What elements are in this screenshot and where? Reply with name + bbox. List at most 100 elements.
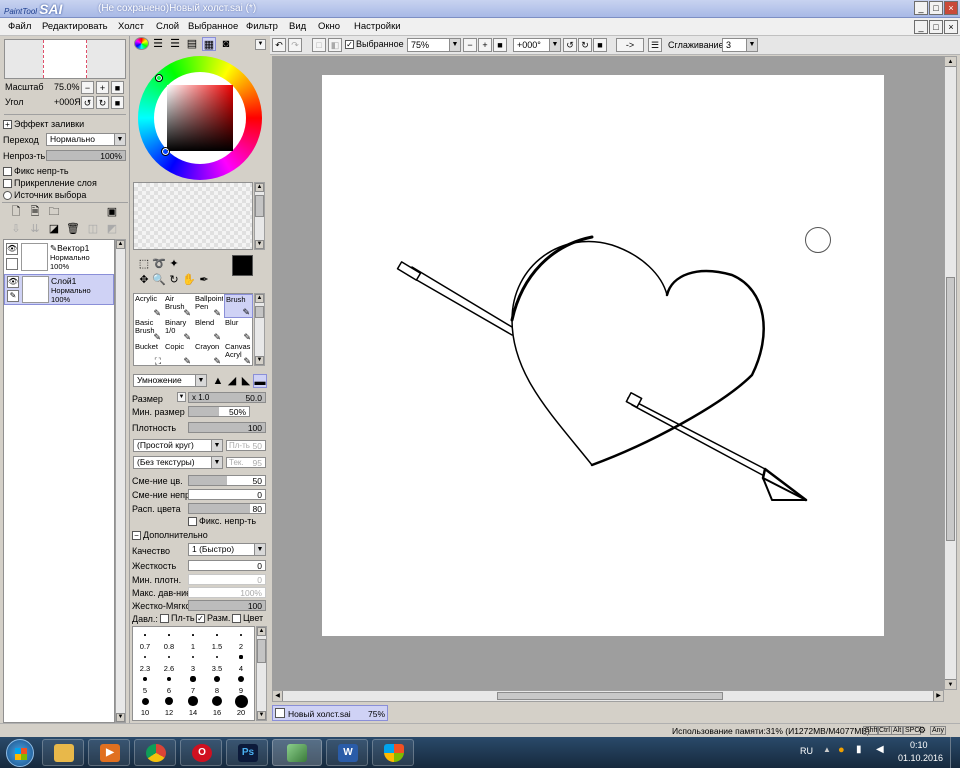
brush-size-dot[interactable] bbox=[144, 634, 146, 636]
taskbar-word[interactable]: W bbox=[326, 739, 368, 766]
primary-color-swatch[interactable] bbox=[232, 255, 253, 276]
blend-mode-select[interactable]: Нормально ▼ bbox=[46, 133, 126, 146]
tool-brush[interactable]: Brush ✎ bbox=[224, 294, 253, 318]
tray-app-icon[interactable]: ● bbox=[838, 744, 845, 756]
clear-layer-icon[interactable]: ◪ bbox=[47, 222, 61, 236]
hand-icon[interactable]: ✋ bbox=[182, 273, 196, 287]
move-icon[interactable]: ✥ bbox=[137, 273, 151, 287]
brush-size-dot[interactable] bbox=[211, 695, 223, 707]
volume-icon[interactable]: ◀ bbox=[876, 744, 884, 755]
new-layer-icon[interactable]: 🗋 bbox=[9, 205, 23, 219]
clock-date[interactable]: 01.10.2016 bbox=[898, 753, 943, 763]
scroll-up-icon[interactable]: ▲ bbox=[945, 57, 956, 67]
brush-size-dot[interactable] bbox=[191, 655, 195, 659]
taskbar-opera[interactable]: O bbox=[180, 739, 222, 766]
swatches-icon[interactable]: ▤ bbox=[185, 37, 199, 51]
brush-size-dot[interactable] bbox=[234, 694, 248, 708]
menu-edit[interactable]: Редактировать bbox=[42, 21, 108, 32]
brush-size-dot[interactable] bbox=[144, 656, 146, 658]
rgb-sliders-icon[interactable]: ☰ bbox=[151, 37, 165, 51]
magic-wand-icon[interactable]: ✦ bbox=[167, 257, 181, 271]
color-wheel-icon[interactable] bbox=[134, 37, 149, 50]
brush-size-dot[interactable] bbox=[216, 634, 218, 636]
close-button[interactable]: × bbox=[944, 1, 958, 15]
zoom-in-button[interactable]: + bbox=[478, 38, 492, 52]
deselect-button[interactable]: □ bbox=[312, 38, 326, 52]
vscroll-thumb[interactable] bbox=[946, 277, 955, 541]
brush-blend-select[interactable]: Умножение ▼ bbox=[133, 374, 207, 387]
scroll-down-icon[interactable]: ▼ bbox=[945, 679, 956, 689]
doc-close-button[interactable]: × bbox=[944, 20, 958, 34]
selection-checkbox[interactable]: ✓ Выбранное bbox=[345, 39, 404, 50]
menu-canvas[interactable]: Холст bbox=[118, 21, 144, 32]
tool-copic[interactable]: Copic ✎ bbox=[164, 342, 193, 366]
lock-toggle[interactable] bbox=[6, 258, 18, 270]
panel-menu-icon[interactable]: ▼ bbox=[255, 39, 266, 50]
min-density-slider[interactable]: 0 bbox=[188, 574, 266, 585]
shape-strength-slider[interactable]: Пл-ть 50 bbox=[226, 440, 266, 451]
zoom-out-button[interactable]: − bbox=[81, 81, 94, 94]
brush-size-dot[interactable] bbox=[168, 634, 170, 636]
saturation-value-square[interactable] bbox=[167, 85, 233, 151]
quality-select[interactable]: 1 (Быстро) ▼ bbox=[188, 543, 266, 556]
apply-mask-icon[interactable]: ◫ bbox=[86, 222, 100, 236]
pressure-density-checkbox[interactable]: Пл-ть bbox=[160, 613, 195, 624]
brush-size-dot[interactable] bbox=[215, 655, 219, 659]
tool-crayon[interactable]: Crayon ✎ bbox=[194, 342, 223, 366]
size-slider[interactable]: x 1.0 50.0 bbox=[188, 392, 266, 403]
menu-settings[interactable]: Настройки bbox=[354, 21, 401, 32]
hue-cursor[interactable] bbox=[155, 74, 163, 82]
brush-size-dot[interactable] bbox=[166, 676, 172, 682]
brush-size-dot[interactable] bbox=[164, 696, 174, 706]
layer-list-scrollbar[interactable]: ▲ ▼ bbox=[115, 239, 126, 723]
tool-binary[interactable]: Binary 1/0 ✎ bbox=[164, 318, 193, 342]
tool-ballpoint-pen[interactable]: Ballpoint Pen ✎ bbox=[194, 294, 223, 318]
doc-maximize-button[interactable]: □ bbox=[929, 20, 943, 34]
menu-filter[interactable]: Фильтр bbox=[246, 21, 278, 32]
tool-grid-scrollbar[interactable]: ▲ ▼ bbox=[254, 293, 265, 366]
rotate-left-button[interactable]: ↺ bbox=[81, 96, 94, 109]
color-picker-cursor[interactable] bbox=[161, 147, 170, 156]
scroll-left-icon[interactable]: ◀ bbox=[273, 691, 283, 701]
rotate-icon[interactable]: ↻ bbox=[167, 273, 181, 287]
canvas-hscrollbar[interactable]: ◀ ▶ bbox=[272, 690, 944, 702]
layer-mask-icon[interactable]: ▣ bbox=[105, 205, 119, 219]
network-icon[interactable]: ▮ bbox=[856, 744, 862, 755]
zoom-reset-button[interactable]: ■ bbox=[493, 38, 507, 52]
rotate-reset-button[interactable]: ■ bbox=[111, 96, 124, 109]
hscroll-thumb[interactable] bbox=[497, 692, 723, 700]
preserve-opacity-checkbox[interactable]: Фикс непр-ть bbox=[3, 166, 69, 177]
taskbar-photoshop[interactable]: Ps bbox=[226, 739, 268, 766]
show-desktop-button[interactable] bbox=[950, 737, 960, 768]
taskbar-chrome[interactable] bbox=[134, 739, 176, 766]
max-pressure-slider[interactable]: 100% bbox=[188, 587, 266, 598]
brush-size-dot[interactable] bbox=[141, 697, 149, 705]
rotate-left-button[interactable]: ↺ bbox=[563, 38, 577, 52]
scratchpad-icon[interactable]: ▦ bbox=[202, 37, 216, 51]
persistence-slider[interactable]: 80 bbox=[188, 503, 266, 514]
hard-soft-slider[interactable]: 100 bbox=[188, 600, 266, 611]
brush-shape-select[interactable]: (Простой круг) ▼ bbox=[133, 439, 223, 452]
brush-size-dot[interactable] bbox=[240, 634, 242, 636]
rotate-reset-button[interactable]: ■ bbox=[593, 38, 607, 52]
scratchpad-scrollbar[interactable]: ▲ ▼ bbox=[254, 182, 265, 250]
doc-minimize-button[interactable]: _ bbox=[914, 20, 928, 34]
menu-layer[interactable]: Слой bbox=[156, 21, 179, 32]
invert-selection-button[interactable]: ◧ bbox=[328, 38, 342, 52]
language-indicator[interactable]: RU bbox=[800, 746, 813, 756]
tool-acrylic[interactable]: Acrylic ✎ bbox=[134, 294, 163, 318]
taskbar-paint-tool-sai[interactable] bbox=[272, 739, 322, 766]
advanced-header[interactable]: − Дополнительно bbox=[132, 530, 208, 541]
layer-row[interactable]: 👁 ✎Вектор1 Нормально 100% bbox=[4, 242, 114, 273]
eye-icon[interactable]: 👁 bbox=[7, 276, 19, 288]
canvas-vscrollbar[interactable]: ▲ ▼ bbox=[944, 56, 957, 690]
brush-size-dot[interactable] bbox=[214, 676, 220, 682]
flip-horizontal-button[interactable]: -> bbox=[616, 38, 644, 52]
texture-strength-slider[interactable]: Тек. 95 bbox=[226, 457, 266, 468]
eyedropper-icon[interactable]: ✒ bbox=[197, 273, 211, 287]
zoom-reset-button[interactable]: ■ bbox=[111, 81, 124, 94]
zoom-out-button[interactable]: − bbox=[463, 38, 477, 52]
tool-basic-brush[interactable]: Basic Brush ✎ bbox=[134, 318, 163, 342]
clock-time[interactable]: 0:10 bbox=[910, 740, 928, 750]
tool-bucket[interactable]: Bucket ⛶ bbox=[134, 342, 163, 366]
